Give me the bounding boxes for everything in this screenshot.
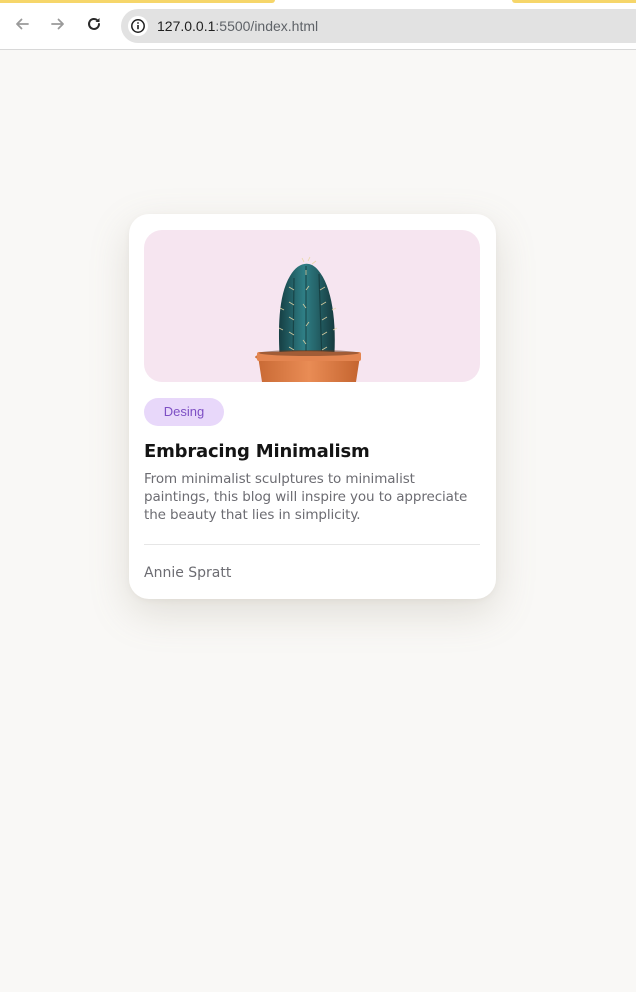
arrow-right-icon — [51, 18, 64, 30]
url-host: 127.0.0.1 — [157, 18, 216, 34]
post-title[interactable]: Embracing Minimalism — [144, 440, 370, 464]
category-tag[interactable]: Desing — [144, 398, 224, 426]
address-bar[interactable]: 127.0.0.1:5500/index.html — [121, 9, 636, 43]
browser-toolbar: 127.0.0.1:5500/index.html — [0, 0, 636, 50]
forward-button[interactable] — [46, 12, 70, 36]
url-text[interactable]: 127.0.0.1:5500/index.html — [157, 18, 318, 34]
back-button[interactable] — [10, 12, 34, 36]
info-icon[interactable] — [128, 16, 148, 36]
cactus-in-pot-image — [144, 230, 480, 382]
divider — [144, 544, 480, 545]
tab-accent-right — [512, 0, 636, 3]
reload-icon — [88, 17, 100, 30]
post-description: From minimalist sculptures to minimalist… — [144, 471, 468, 523]
blog-card: Desing Embracing Minimalism From minimal… — [129, 214, 496, 599]
tab-accent-left — [0, 0, 275, 3]
arrow-left-icon — [16, 18, 29, 30]
reload-button[interactable] — [82, 12, 106, 36]
url-path: :5500/index.html — [215, 18, 319, 34]
author-name: Annie Spratt — [144, 565, 232, 581]
